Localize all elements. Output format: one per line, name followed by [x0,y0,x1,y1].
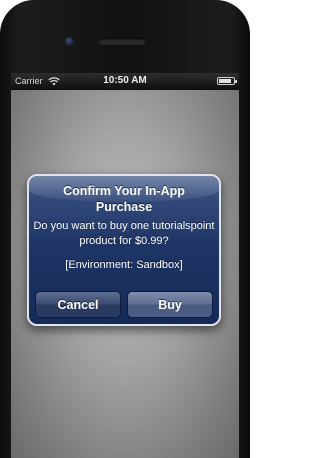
device-top-bezel [0,0,250,72]
cancel-button[interactable]: Cancel [35,291,121,318]
alert-message: Do you want to buy one tutorialspoint pr… [33,220,215,247]
alert-environment-note: [Environment: Sandbox] [65,259,183,271]
iphone-device: Carrier 10:50 AM Confirm Your In-App Pur… [0,0,250,458]
camera-icon [65,37,74,46]
buy-button[interactable]: Buy [127,291,213,318]
status-bar: Carrier 10:50 AM [11,73,239,90]
status-time: 10:50 AM [103,75,147,86]
alert-button-row: Cancel Buy [35,291,213,318]
device-screen: Carrier 10:50 AM Confirm Your In-App Pur… [11,73,239,458]
battery-level [219,79,231,83]
battery-icon [217,77,237,85]
alert-title: Confirm Your In-App Purchase [63,184,185,214]
purchase-alert-dialog: Confirm Your In-App Purchase Do you want… [27,174,221,326]
earpiece-speaker [98,38,146,45]
